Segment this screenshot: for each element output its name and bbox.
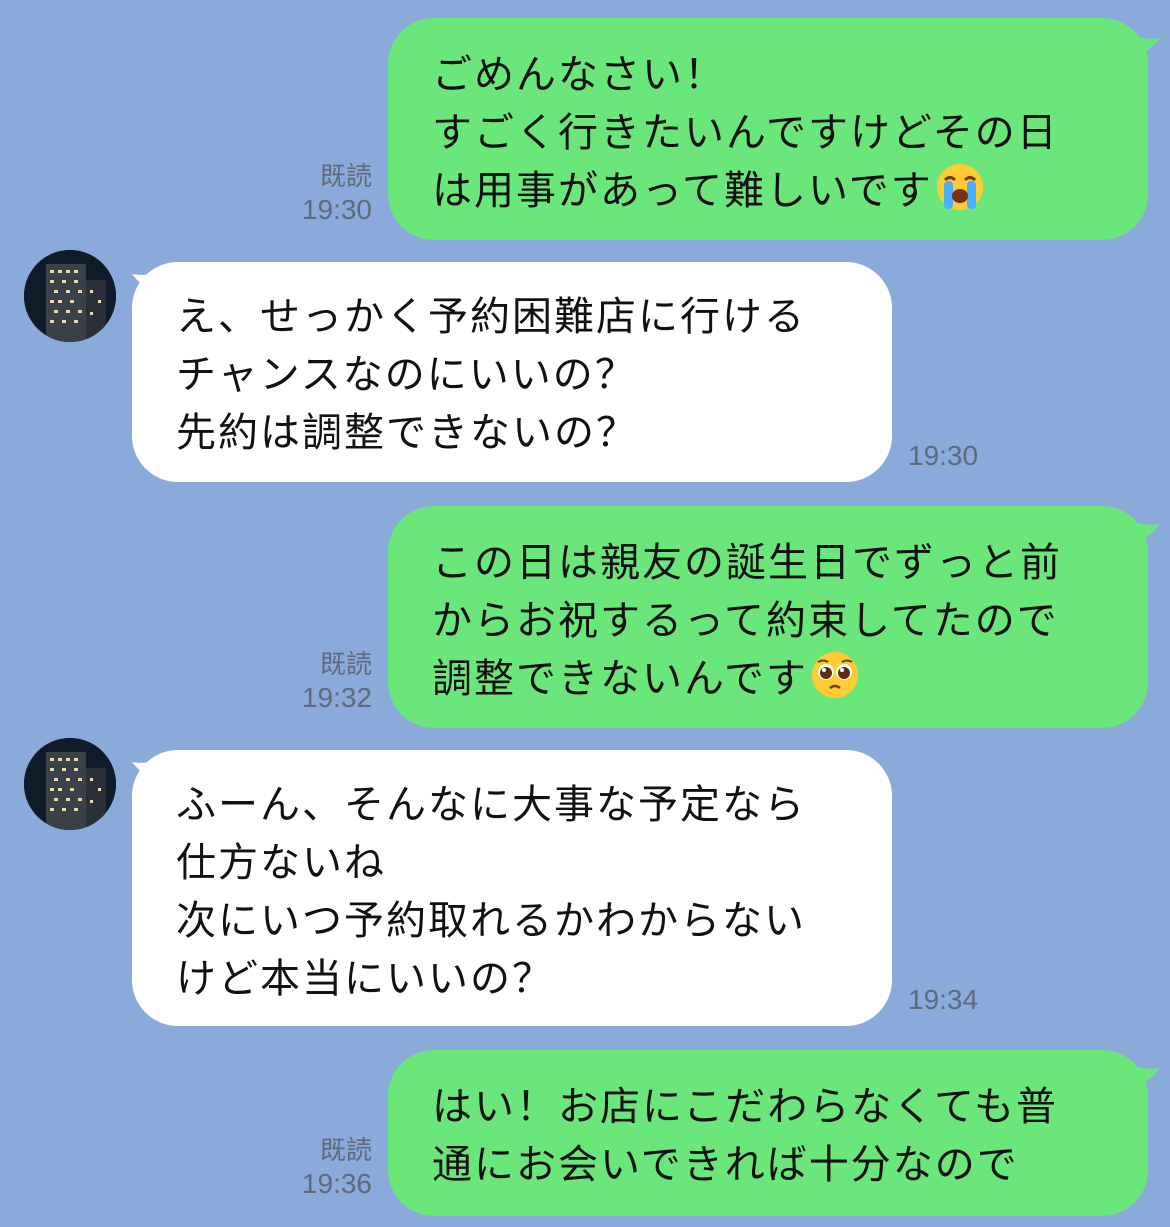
read-receipt: 既読 [319, 1135, 372, 1165]
building-night-icon [24, 738, 116, 830]
avatar[interactable] [24, 250, 116, 342]
pleading-face-icon [812, 652, 858, 698]
timestamp: 19:30 [908, 440, 979, 471]
loudly-crying-face-icon [936, 164, 983, 210]
timestamp: 19:30 [301, 194, 372, 225]
read-receipt: 既読 [319, 161, 372, 191]
message-meta: 既読 19:32 [282, 648, 372, 716]
message-text: この日は親友の誕生日でずっと前 からお祝するって約束してたので 調整できないんで… [432, 540, 1062, 702]
read-receipt: 既読 [319, 649, 372, 679]
building-night-icon [24, 250, 116, 342]
message-bubble[interactable]: ふーん、そんなに大事な予定なら 仕方ないね 次にいつ予約取れるかわからない けど… [132, 750, 892, 1026]
timestamp: 19:32 [301, 682, 372, 713]
message-bubble[interactable]: ごめんなさい！ すごく行きたいんですけどその日 は用事があって難しいです [388, 18, 1148, 240]
message-text: え、せっかく予約困難店に行ける チャンスなのにいいの？ 先約は調整できないの？ [176, 294, 806, 456]
avatar[interactable] [24, 738, 116, 830]
message-bubble[interactable]: この日は親友の誕生日でずっと前 からお祝するって約束してたので 調整できないんで… [388, 506, 1148, 728]
message-text: ふーん、そんなに大事な予定なら 仕方ないね 次にいつ予約取れるかわからない けど… [176, 782, 806, 1002]
message-meta: 既読 19:36 [282, 1134, 372, 1202]
message-meta: 19:30 [908, 438, 1008, 474]
message-meta: 19:34 [908, 982, 1008, 1018]
message-meta: 既読 19:30 [282, 160, 372, 228]
message-bubble[interactable]: え、せっかく予約困難店に行ける チャンスなのにいいの？ 先約は調整できないの？ [132, 262, 892, 482]
timestamp: 19:36 [301, 1168, 372, 1199]
message-bubble[interactable]: はい！お店にこだわらなくても普 通にお会いできれば十分なので [388, 1050, 1148, 1216]
timestamp: 19:34 [908, 984, 979, 1015]
message-text: はい！お店にこだわらなくても普 通にお会いできれば十分なので [432, 1084, 1058, 1188]
